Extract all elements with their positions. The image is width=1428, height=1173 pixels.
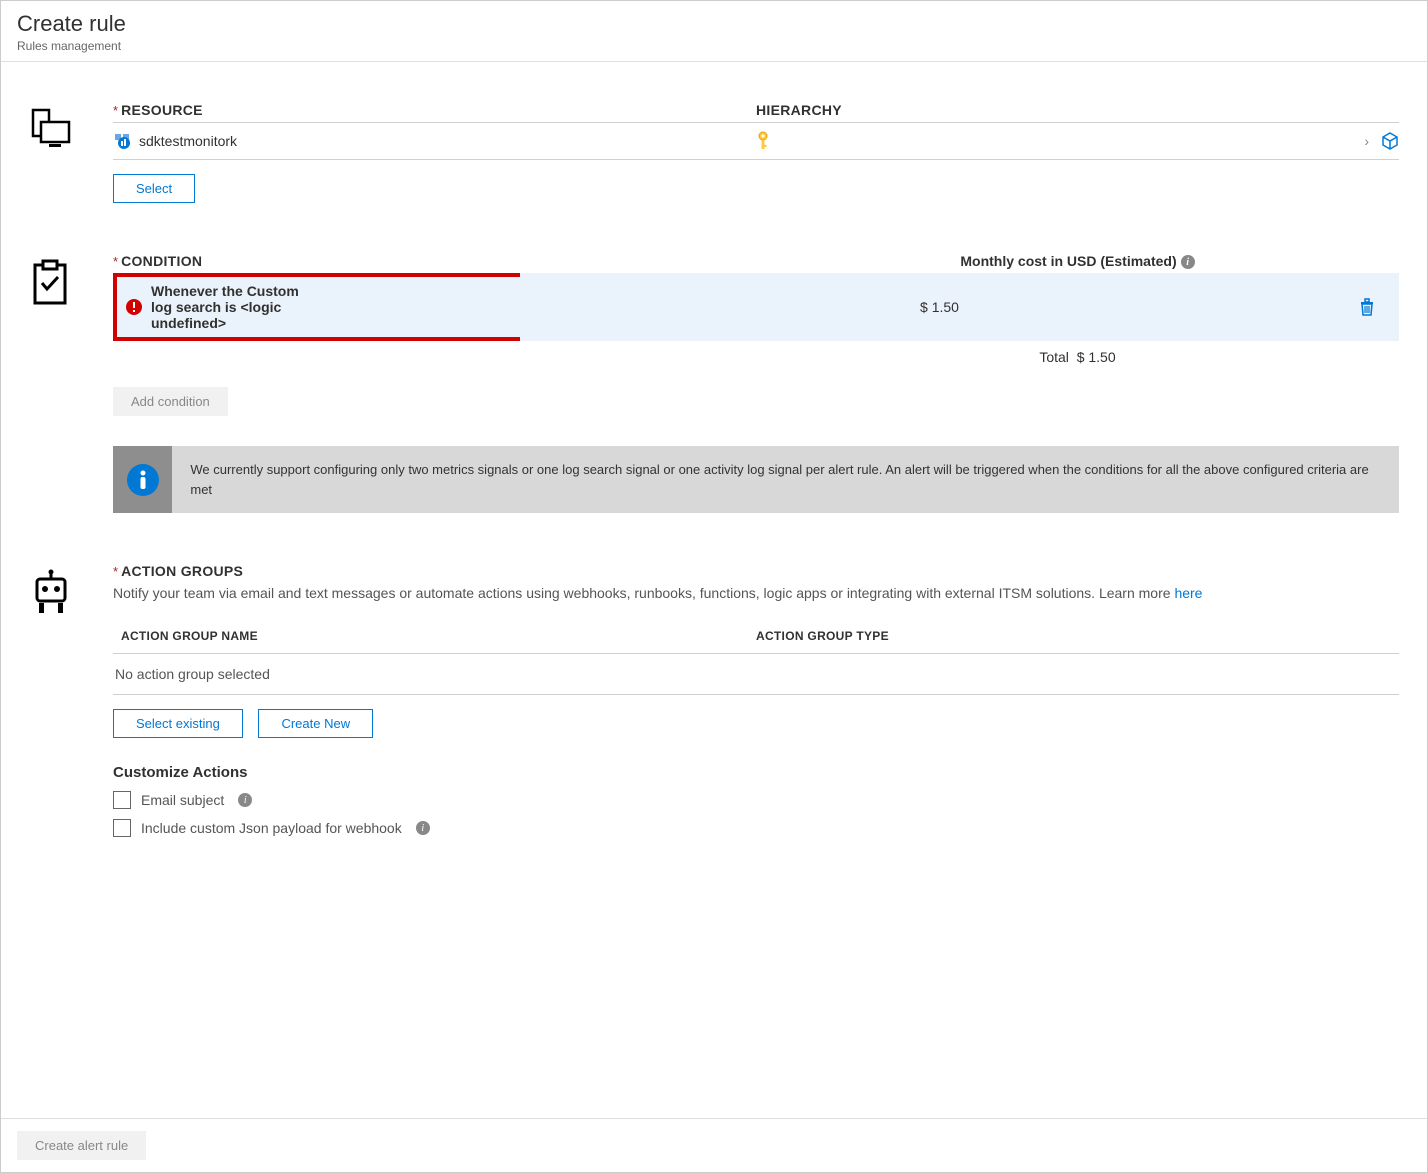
create-new-button[interactable]: Create New bbox=[258, 709, 373, 738]
total-label: Total bbox=[1039, 349, 1069, 365]
email-subject-checkbox[interactable] bbox=[113, 791, 131, 809]
cost-label: Monthly cost in USD (Estimated) bbox=[960, 253, 1176, 269]
clipboard-icon bbox=[29, 259, 77, 307]
monitor-icon bbox=[113, 132, 131, 150]
include-json-label: Include custom Json payload for webhook bbox=[141, 820, 402, 836]
cube-icon bbox=[1381, 132, 1399, 150]
total-cost: $ 1.50 bbox=[1077, 349, 1116, 365]
resource-label: RESOURCE bbox=[121, 102, 203, 118]
customize-actions-title: Customize Actions bbox=[113, 764, 1399, 781]
chevron-right-icon: › bbox=[1364, 133, 1369, 149]
page-title: Create rule bbox=[17, 11, 1411, 37]
info-icon[interactable]: i bbox=[416, 821, 430, 835]
no-action-group-text: No action group selected bbox=[113, 654, 1399, 695]
info-banner: We currently support configuring only tw… bbox=[113, 446, 1399, 513]
select-existing-button[interactable]: Select existing bbox=[113, 709, 243, 738]
add-condition-button: Add condition bbox=[113, 387, 228, 416]
resource-icon bbox=[29, 108, 77, 150]
robot-icon bbox=[29, 569, 77, 615]
action-groups-label: ACTION GROUPS bbox=[121, 563, 243, 579]
resource-name: sdktestmonitork bbox=[139, 133, 237, 149]
condition-text: Whenever the Custom log search is <logic… bbox=[151, 283, 314, 331]
condition-section: *CONDITION Monthly cost in USD (Estimate… bbox=[29, 253, 1399, 513]
info-banner-text: We currently support configuring only tw… bbox=[172, 446, 1399, 513]
info-icon[interactable]: i bbox=[1181, 255, 1195, 269]
condition-row[interactable]: Whenever the Custom log search is <logic… bbox=[113, 273, 1399, 341]
info-banner-icon bbox=[113, 446, 172, 513]
email-subject-label: Email subject bbox=[141, 792, 224, 808]
select-resource-button[interactable]: Select bbox=[113, 174, 195, 203]
action-group-type-header: ACTION GROUP TYPE bbox=[756, 629, 889, 643]
action-groups-section: *ACTION GROUPS Notify your team via emai… bbox=[29, 563, 1399, 837]
action-groups-description: Notify your team via email and text mess… bbox=[113, 585, 1399, 601]
error-icon bbox=[125, 298, 143, 316]
resource-row[interactable]: sdktestmonitork › bbox=[113, 123, 1399, 160]
resource-section: *RESOURCE HIERARCHY sdktestmonitork › bbox=[29, 102, 1399, 203]
condition-cost: $ 1.50 bbox=[520, 299, 1359, 315]
delete-condition-button[interactable] bbox=[1359, 298, 1399, 316]
breadcrumb: Rules management bbox=[17, 39, 1411, 53]
key-icon bbox=[756, 131, 770, 151]
info-icon[interactable]: i bbox=[238, 793, 252, 807]
include-json-checkbox[interactable] bbox=[113, 819, 131, 837]
page-header: Create rule Rules management bbox=[1, 1, 1427, 62]
condition-label: CONDITION bbox=[121, 253, 202, 269]
learn-more-link[interactable]: here bbox=[1174, 585, 1202, 601]
create-alert-rule-button: Create alert rule bbox=[17, 1131, 146, 1160]
hierarchy-label: HIERARCHY bbox=[756, 102, 1399, 118]
action-group-name-header: ACTION GROUP NAME bbox=[121, 629, 756, 643]
footer: Create alert rule bbox=[1, 1118, 1427, 1172]
